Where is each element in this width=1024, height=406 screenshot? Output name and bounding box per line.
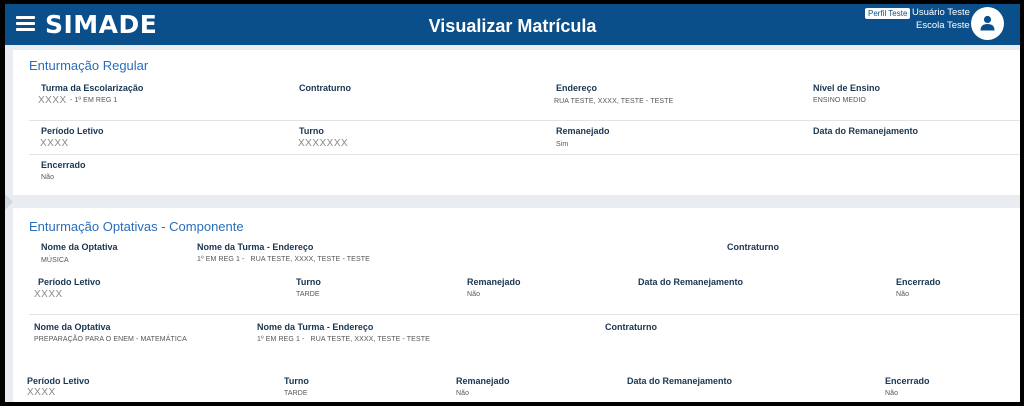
- user-icon: [980, 15, 995, 31]
- contraturno-label: Contraturno: [727, 242, 779, 252]
- encerrado-value: Não: [896, 291, 910, 298]
- endereco-value: RUA TESTE, XXXX, TESTE - TESTE: [554, 98, 674, 105]
- turma-label: Turma da Escolarização: [41, 83, 144, 93]
- turno-value: TARDE: [296, 291, 320, 298]
- remanejado-label: Remanejado: [556, 126, 610, 136]
- user-name: Usuário Teste: [912, 7, 970, 18]
- remanejado-value: Não: [467, 291, 481, 298]
- encerrado-label: Encerrado: [885, 376, 930, 386]
- turma-endereco-value: 1º EM REG 1 - RUA TESTE, XXXX, TESTE - T…: [257, 336, 430, 343]
- turno-label: Turno: [296, 277, 321, 287]
- encerrado-value: Não: [41, 174, 55, 181]
- periodo-value: XXXX: [27, 387, 56, 398]
- remanejado-value: Sim: [556, 141, 569, 148]
- periodo-label: Período Letivo: [41, 126, 104, 136]
- page-title: Visualizar Matrícula: [428, 16, 597, 36]
- turno-label: Turno: [284, 376, 309, 386]
- avatar-button[interactable]: [971, 7, 1004, 40]
- turma-endereco-label: Nome da Turma - Endereço: [257, 322, 374, 332]
- turno-label: Turno: [299, 126, 324, 136]
- periodo-value: XXXX: [34, 289, 63, 300]
- collapse-indicator: [5, 194, 13, 210]
- turno-value: XXXXXXX: [298, 138, 349, 149]
- regular-card: Enturmação Regular Turma da Escolarizaçã…: [13, 50, 1020, 195]
- turma-endereco-value: 1º EM REG 1 - RUA TESTE, XXXX, TESTE - T…: [197, 256, 370, 263]
- nivel-label: Nível de Ensino: [813, 83, 881, 93]
- turma-value: - 1º EM REG 1: [70, 97, 118, 104]
- encerrado-label: Encerrado: [41, 160, 86, 170]
- contraturno-label: Contraturno: [299, 83, 351, 93]
- divider: [29, 120, 1020, 121]
- optativa-name-value: PREPARAÇÃO PARA O ENEM - MATEMÁTICA: [34, 336, 187, 343]
- optativa-name-value: MÚSICA: [41, 257, 69, 264]
- optativa-name-label: Nome da Optativa: [41, 242, 118, 252]
- optativas-card: Enturmação Optativas - Componente Nome d…: [13, 208, 1020, 402]
- divider: [29, 154, 1020, 155]
- remanejado-label: Remanejado: [467, 277, 521, 287]
- turma-endereco-label: Nome da Turma - Endereço: [197, 242, 314, 252]
- section-title-optativas: Enturmação Optativas - Componente: [29, 219, 244, 234]
- section-title-regular: Enturmação Regular: [29, 58, 149, 73]
- remanejado-label: Remanejado: [456, 376, 510, 386]
- school-name: Escola Teste: [916, 20, 970, 31]
- contraturno-label: Contraturno: [605, 322, 657, 332]
- remanejado-value: Não: [456, 390, 470, 397]
- divider: [29, 314, 1020, 315]
- turno-value: TARDE: [284, 390, 308, 397]
- profile-badge[interactable]: Perfil Teste: [865, 8, 911, 19]
- data-remanejamento-label: Data do Remanejamento: [638, 277, 744, 287]
- app-frame: SIMADE Visualizar Matrícula Perfil Teste…: [5, 4, 1020, 402]
- optativa-name-label: Nome da Optativa: [34, 322, 111, 332]
- periodo-label: Período Letivo: [38, 277, 101, 287]
- turma-value-masked: XXXX: [38, 95, 67, 106]
- endereco-label: Endereço: [556, 83, 598, 93]
- periodo-label: Período Letivo: [27, 376, 90, 386]
- data-remanejamento-label: Data do Remanejamento: [627, 376, 733, 386]
- periodo-value: XXXX: [40, 138, 69, 149]
- data-remanejamento-label: Data do Remanejamento: [813, 126, 919, 136]
- nivel-value: ENSINO MEDIO: [813, 97, 866, 104]
- encerrado-label: Encerrado: [896, 277, 941, 287]
- encerrado-value: Não: [885, 390, 899, 397]
- top-bar: SIMADE Visualizar Matrícula Perfil Teste…: [5, 4, 1020, 45]
